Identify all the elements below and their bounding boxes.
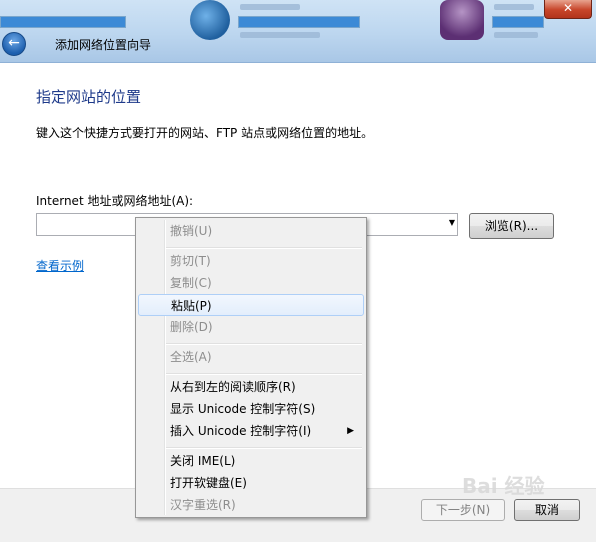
menu-item-insert-unicode-control[interactable]: 插入 Unicode 控制字符(I) ▶ bbox=[138, 420, 364, 442]
dropdown-arrow-icon[interactable]: ▼ bbox=[449, 218, 455, 227]
menu-separator bbox=[166, 447, 362, 449]
menu-separator bbox=[166, 247, 362, 249]
next-button: 下一步(N) bbox=[421, 499, 505, 521]
submenu-arrow-icon: ▶ bbox=[347, 426, 354, 436]
back-arrow-icon: ← bbox=[8, 35, 20, 51]
menu-item-cut: 剪切(T) bbox=[170, 254, 211, 268]
title-bar bbox=[0, 0, 596, 63]
background-window-2 bbox=[238, 0, 398, 40]
menu-item-rtl-reading-order[interactable]: 从右到左的阅读顺序(R) bbox=[138, 376, 364, 398]
cancel-button[interactable]: 取消 bbox=[514, 499, 580, 521]
menu-item-reconversion: 汉字重选(R) bbox=[170, 498, 236, 512]
menu-item-open-soft-keyboard[interactable]: 打开软键盘(E) bbox=[138, 472, 364, 494]
back-button[interactable]: ← bbox=[2, 32, 26, 56]
background-window-1 bbox=[0, 0, 160, 40]
menu-item-delete: 删除(D) bbox=[170, 320, 213, 334]
browse-button[interactable]: 浏览(R)... bbox=[469, 213, 554, 239]
menu-item-copy: 复制(C) bbox=[170, 276, 212, 290]
watermark: Bai 经验 bbox=[462, 474, 545, 498]
menu-item-close-ime[interactable]: 关闭 IME(L) bbox=[138, 450, 364, 472]
page-description: 键入这个快捷方式要打开的网站、FTP 站点或网络位置的地址。 bbox=[36, 126, 374, 140]
background-window-3 bbox=[490, 0, 550, 40]
menu-item-paste[interactable]: 粘贴(P) bbox=[138, 294, 364, 316]
menu-item-undo: 撤销(U) bbox=[170, 224, 213, 238]
context-menu: 撤销(U) 剪切(T) 复制(C) 粘贴(P) 删除(D) 全选(A) 从右到左… bbox=[135, 217, 367, 518]
globe-icon bbox=[190, 0, 230, 40]
close-button[interactable]: ✕ bbox=[544, 0, 592, 19]
menu-separator bbox=[166, 343, 362, 345]
menu-separator bbox=[166, 373, 362, 375]
wizard-title: 添加网络位置向导 bbox=[55, 38, 152, 52]
menu-item-select-all: 全选(A) bbox=[170, 350, 212, 364]
view-examples-link[interactable]: 查看示例 bbox=[36, 257, 84, 274]
page-heading: 指定网站的位置 bbox=[36, 88, 142, 106]
address-label: Internet 地址或网络地址(A): bbox=[36, 194, 194, 208]
menu-item-show-unicode-control[interactable]: 显示 Unicode 控制字符(S) bbox=[138, 398, 364, 420]
drive-icon bbox=[440, 0, 484, 40]
menu-item-label: 插入 Unicode 控制字符(I) bbox=[170, 424, 312, 438]
